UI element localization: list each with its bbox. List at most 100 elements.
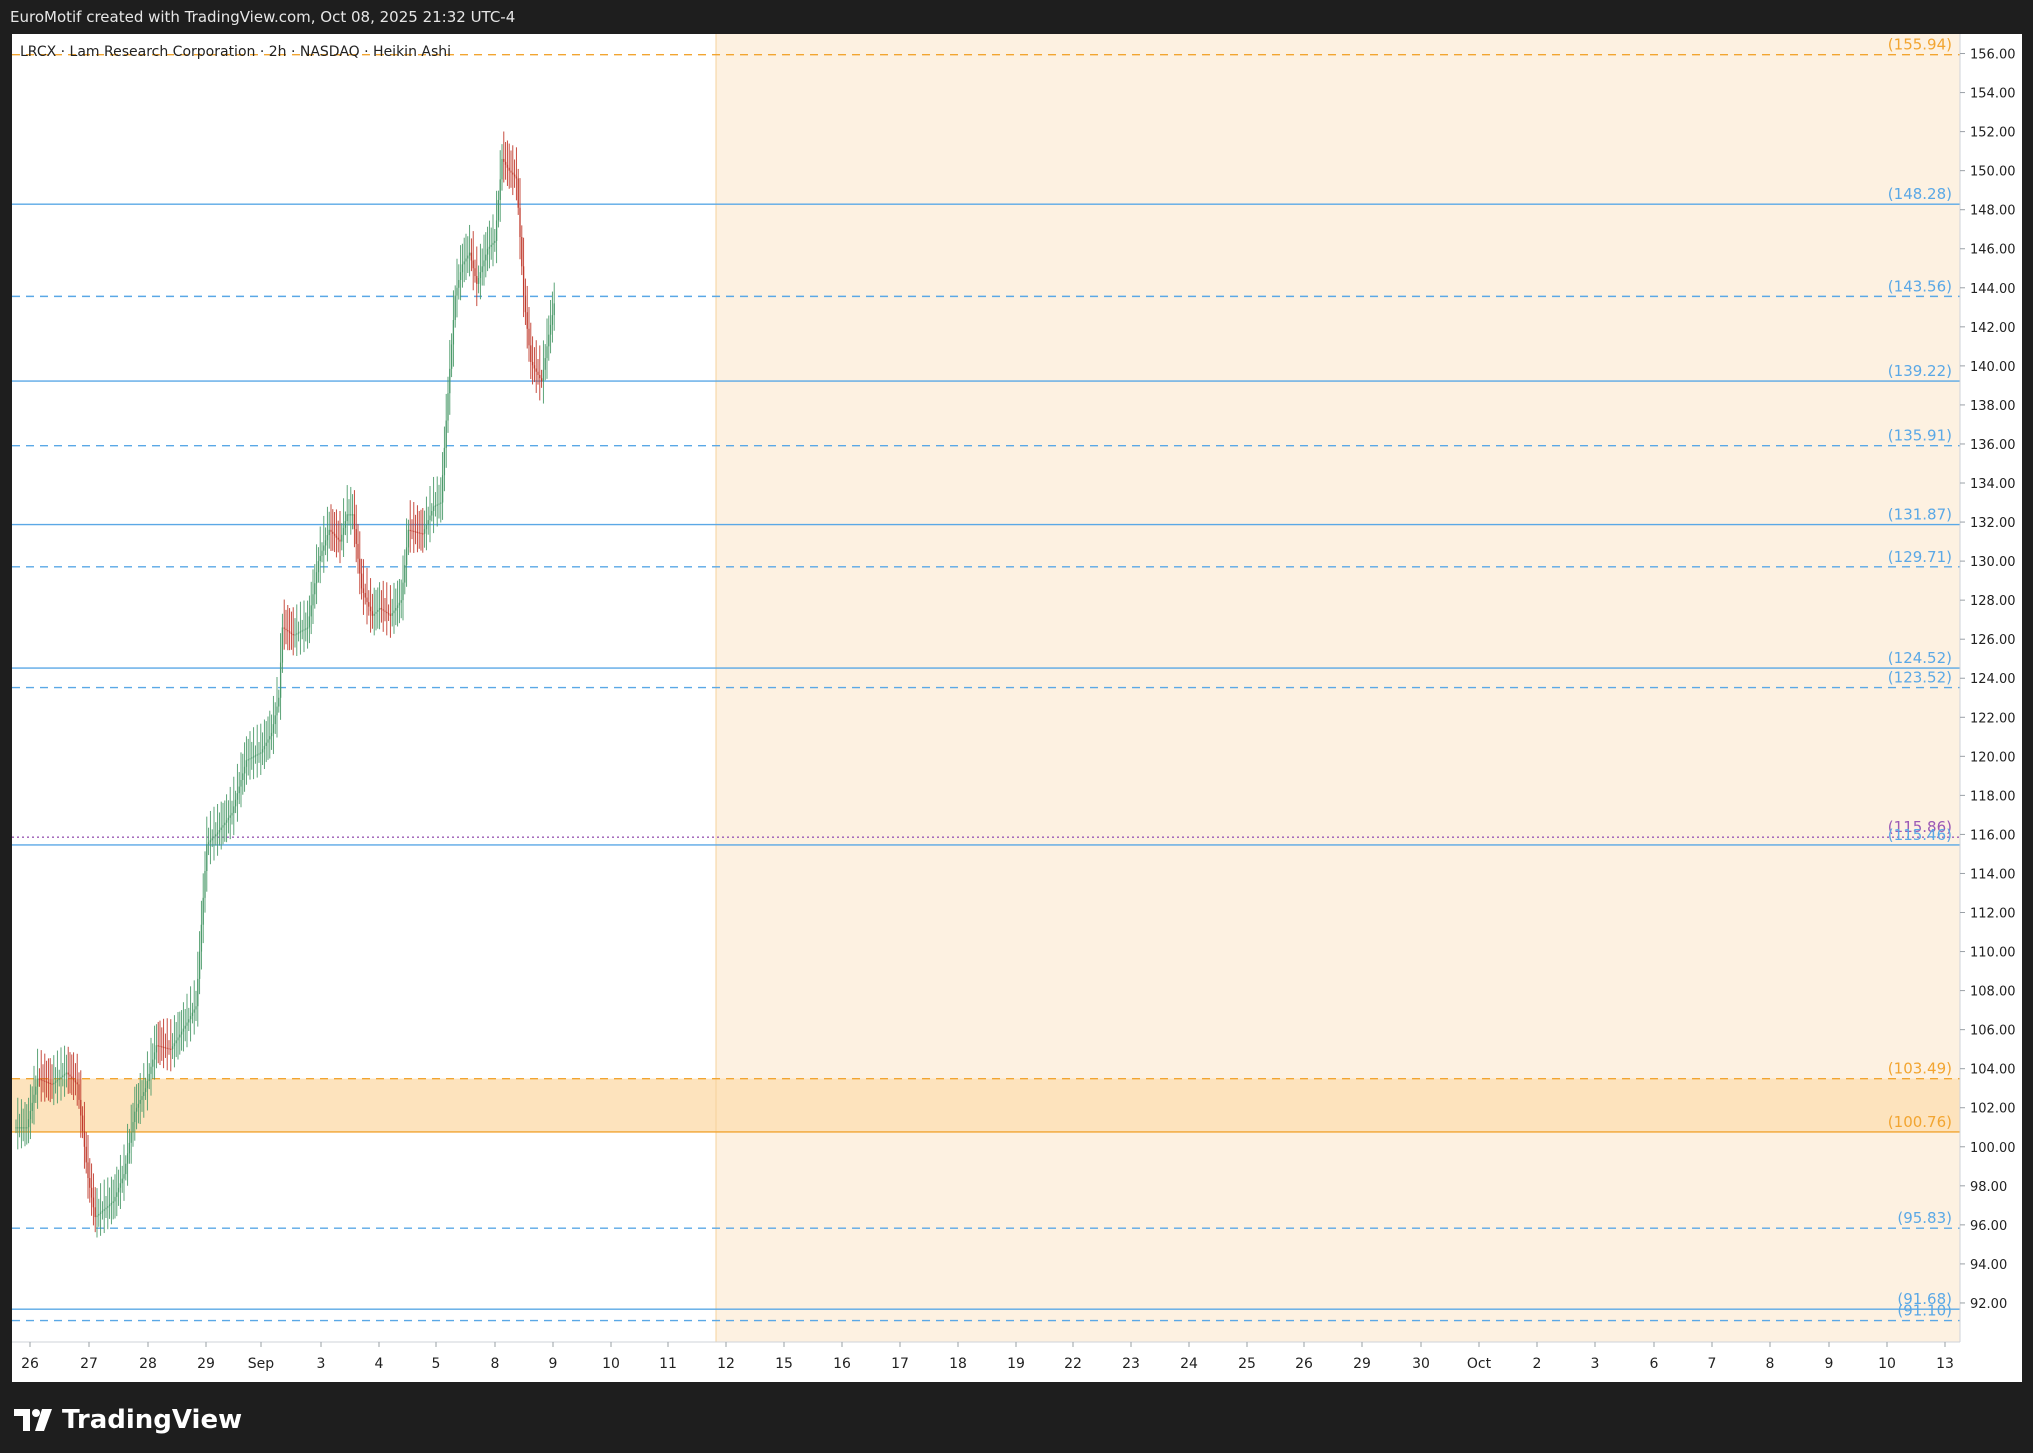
candle-body[interactable] (233, 806, 235, 813)
candle-body[interactable] (15, 1127, 17, 1129)
candle-body[interactable] (333, 533, 336, 536)
candle-body[interactable] (512, 172, 514, 175)
candle-body[interactable] (389, 614, 392, 616)
candle-body[interactable] (312, 594, 314, 606)
candle-body[interactable] (148, 1073, 150, 1082)
candle-body[interactable] (204, 871, 206, 898)
candle-body[interactable] (346, 514, 348, 522)
candle-body[interactable] (272, 724, 275, 733)
candle-body[interactable] (213, 836, 215, 839)
candle-body[interactable] (270, 732, 273, 737)
candle-body[interactable] (315, 572, 318, 584)
candle-body[interactable] (177, 1037, 179, 1041)
candle-body[interactable] (162, 1046, 165, 1048)
candle-body[interactable] (276, 706, 278, 716)
candle-body[interactable] (503, 158, 505, 162)
candle-body[interactable] (251, 757, 253, 759)
candle-body[interactable] (488, 246, 491, 249)
candle-body[interactable] (240, 779, 242, 787)
candle-body[interactable] (283, 627, 285, 629)
candle-body[interactable] (290, 632, 293, 634)
candle-body[interactable] (132, 1122, 134, 1133)
candle-body[interactable] (317, 561, 320, 573)
candle-body[interactable] (116, 1192, 118, 1197)
candle-body[interactable] (339, 539, 341, 542)
candle-body[interactable] (350, 514, 352, 516)
candle-body[interactable] (522, 266, 525, 296)
candle-body[interactable] (265, 742, 267, 746)
candle-body[interactable] (409, 529, 411, 532)
candle-body[interactable] (222, 825, 224, 828)
candle-body[interactable] (551, 315, 554, 325)
candle-body[interactable] (281, 627, 284, 663)
candle-body[interactable] (62, 1075, 64, 1077)
candle-body[interactable] (476, 276, 478, 284)
candle-body[interactable] (434, 505, 437, 507)
candle-body[interactable] (236, 793, 239, 800)
candle-body[interactable] (373, 613, 375, 616)
candle-body[interactable] (216, 832, 219, 835)
candle-body[interactable] (420, 532, 422, 534)
candle-body[interactable] (161, 1046, 163, 1048)
candle-body[interactable] (413, 530, 415, 533)
candle-body[interactable] (553, 303, 555, 316)
candle-body[interactable] (323, 545, 325, 551)
candle-body[interactable] (153, 1052, 156, 1060)
candle-body[interactable] (218, 830, 221, 833)
candle-body[interactable] (207, 842, 210, 845)
candle-body[interactable] (504, 161, 507, 165)
candle-body[interactable] (378, 607, 381, 610)
candle-body[interactable] (481, 266, 483, 273)
candle-body[interactable] (360, 573, 363, 589)
candle-body[interactable] (287, 630, 289, 632)
candle-body[interactable] (321, 550, 323, 556)
candle-body[interactable] (377, 609, 379, 612)
candle-body[interactable] (371, 611, 374, 616)
candle-body[interactable] (319, 555, 321, 562)
candle-body[interactable] (396, 605, 399, 608)
candle-body[interactable] (533, 365, 536, 369)
candle-body[interactable] (254, 755, 257, 757)
candle-body[interactable] (99, 1212, 102, 1214)
candle-body[interactable] (447, 393, 449, 421)
candle-body[interactable] (436, 504, 438, 506)
candle-body[interactable] (197, 978, 199, 1007)
candle-body[interactable] (137, 1103, 140, 1108)
candle-body[interactable] (31, 1102, 33, 1111)
candle-body[interactable] (440, 502, 442, 504)
candle-body[interactable] (76, 1082, 78, 1085)
candle-body[interactable] (279, 662, 282, 698)
candle-body[interactable] (51, 1083, 53, 1085)
candle-body[interactable] (186, 1022, 188, 1026)
candle-body[interactable] (531, 361, 534, 366)
candle-body[interactable] (445, 420, 447, 448)
candle-body[interactable] (211, 838, 213, 841)
candle-body[interactable] (330, 529, 332, 532)
candle-body[interactable] (184, 1025, 186, 1029)
candle-body[interactable] (168, 1048, 170, 1050)
candle-body[interactable] (119, 1183, 122, 1188)
candle-body[interactable] (269, 736, 271, 740)
candle-body[interactable] (78, 1084, 80, 1100)
candle-body[interactable] (542, 369, 545, 382)
candle-body[interactable] (477, 278, 480, 284)
candle-body[interactable] (180, 1031, 183, 1035)
candle-body[interactable] (470, 252, 473, 261)
candle-body[interactable] (72, 1078, 75, 1081)
candle-body[interactable] (288, 631, 291, 633)
candle-body[interactable] (492, 242, 494, 245)
candle-body[interactable] (355, 529, 357, 544)
candle-body[interactable] (53, 1082, 55, 1085)
candle-body[interactable] (386, 611, 388, 614)
candle-body[interactable] (267, 739, 269, 743)
candle-body[interactable] (202, 897, 204, 925)
candle-body[interactable] (17, 1127, 19, 1129)
candle-body[interactable] (382, 609, 384, 611)
candle-body[interactable] (171, 1046, 174, 1050)
candle-body[interactable] (501, 158, 503, 180)
candle-body[interactable] (353, 514, 356, 530)
candle-body[interactable] (65, 1072, 68, 1075)
candle-body[interactable] (49, 1082, 51, 1085)
candle-body[interactable] (395, 607, 397, 611)
candle-body[interactable] (141, 1096, 143, 1100)
